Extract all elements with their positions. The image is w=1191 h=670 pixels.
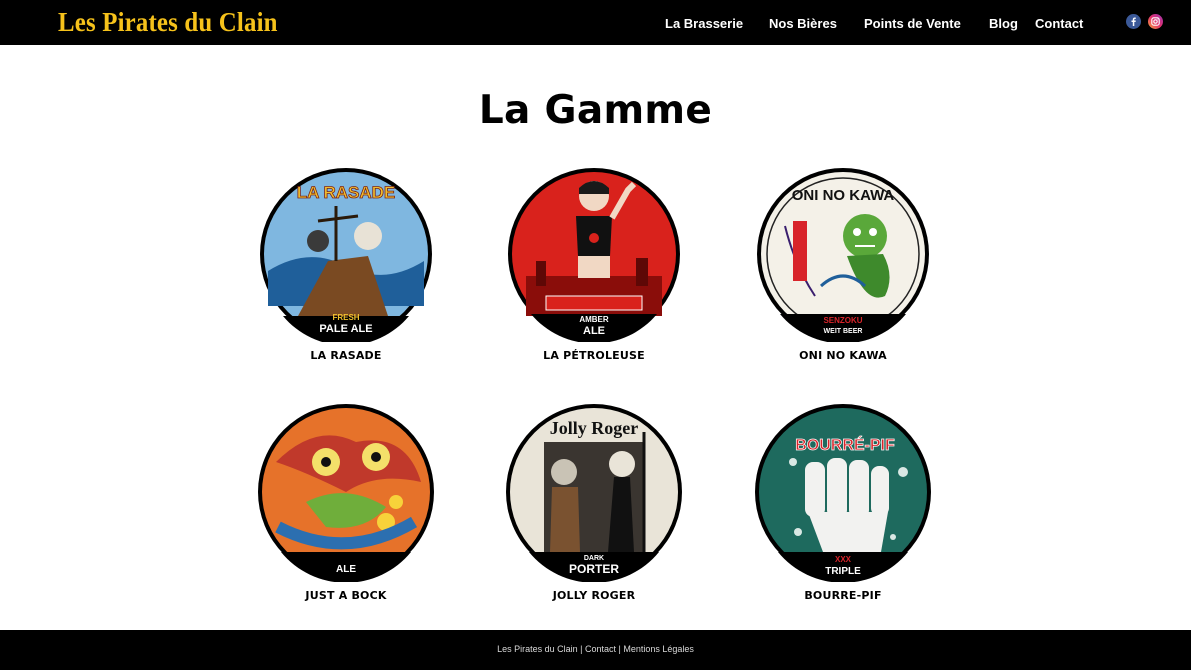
svg-text:DARK: DARK <box>584 555 604 562</box>
svg-text:XXX: XXX <box>835 555 852 564</box>
nav-points-de-vente[interactable]: Points de Vente <box>864 16 961 31</box>
nav-contact[interactable]: Contact <box>1035 16 1083 31</box>
svg-text:TRIPLE: TRIPLE <box>825 566 861 577</box>
svg-text:AMBER: AMBER <box>579 315 609 324</box>
page-footer: Les Pirates du Clain | Contact | Mention… <box>0 630 1191 670</box>
svg-text:ONI NO KAWA: ONI NO KAWA <box>792 187 895 204</box>
nav-la-brasserie[interactable]: La Brasserie <box>665 16 743 31</box>
instagram-icon[interactable] <box>1148 14 1163 29</box>
page-title: La Gamme <box>478 88 713 133</box>
footer-contact-link[interactable]: Contact <box>585 644 616 654</box>
beer-name: JOLLY ROGER <box>552 589 636 602</box>
svg-text:BOURRÉ-PIF: BOURRÉ-PIF <box>795 435 895 454</box>
facebook-icon[interactable] <box>1126 14 1141 29</box>
svg-text:FRESH: FRESH <box>332 313 359 322</box>
beer-badge-image: ONI NO KAWA SENZOKU WEIT BEER <box>757 168 929 342</box>
beer-badge-image: AMBER ALE <box>508 168 680 342</box>
svg-text:LA RASADE: LA RASADE <box>297 183 396 202</box>
beer-name: JUST A BOCK <box>305 589 387 602</box>
svg-text:ALE: ALE <box>336 564 356 575</box>
svg-text:ALE: ALE <box>583 325 605 337</box>
beer-name: BOURRE-PIF <box>804 589 882 602</box>
site-logo[interactable]: Les Pirates du Clain <box>58 7 278 38</box>
beer-card-jolly-roger[interactable]: Jolly Roger DARK PORTER JOLLY ROGER <box>494 402 694 602</box>
footer-separator: | <box>580 644 583 654</box>
nav-nos-bieres[interactable]: Nos Bières <box>769 16 837 31</box>
beer-card-oni-no-kawa[interactable]: ONI NO KAWA SENZOKU WEIT BEER ONI NO KAW… <box>743 166 943 362</box>
beer-card-bourre-pif[interactable]: BOURRÉ-PIF XXX TRIPLE BOURRE-PIF <box>743 402 943 602</box>
footer-site-name[interactable]: Les Pirates du Clain <box>497 644 578 654</box>
beer-name: ONI NO KAWA <box>799 349 887 362</box>
svg-text:PALE ALE: PALE ALE <box>319 323 372 335</box>
beer-badge-image: LA RASADE FRESH PALE ALE <box>260 168 432 342</box>
footer-legal-link[interactable]: Mentions Légales <box>623 644 694 654</box>
beer-card-just-a-bock[interactable]: ALE JUST A BOCK <box>246 402 446 602</box>
svg-text:Jolly Roger: Jolly Roger <box>550 418 638 438</box>
footer-separator: | <box>618 644 621 654</box>
footer-links: Les Pirates du Clain | Contact | Mention… <box>497 644 694 654</box>
beer-badge-image: Jolly Roger DARK PORTER <box>506 404 682 582</box>
beer-name: LA PÉTROLEUSE <box>543 349 645 362</box>
svg-text:PORTER: PORTER <box>569 562 619 576</box>
svg-text:SENZOKU: SENZOKU <box>823 316 862 325</box>
beer-name: LA RASADE <box>310 349 382 362</box>
svg-text:WEIT BEER: WEIT BEER <box>824 328 863 335</box>
beer-badge-image: BOURRÉ-PIF XXX TRIPLE <box>755 404 931 582</box>
beer-card-la-petroleuse[interactable]: AMBER ALE LA PÉTROLEUSE <box>494 166 694 362</box>
beer-badge-image: ALE <box>258 404 434 582</box>
beer-card-la-rasade[interactable]: LA RASADE FRESH PALE ALE LA RASADE <box>246 166 446 362</box>
nav-blog[interactable]: Blog <box>989 16 1018 31</box>
top-navbar: Les Pirates du Clain La Brasserie Nos Bi… <box>0 0 1191 45</box>
